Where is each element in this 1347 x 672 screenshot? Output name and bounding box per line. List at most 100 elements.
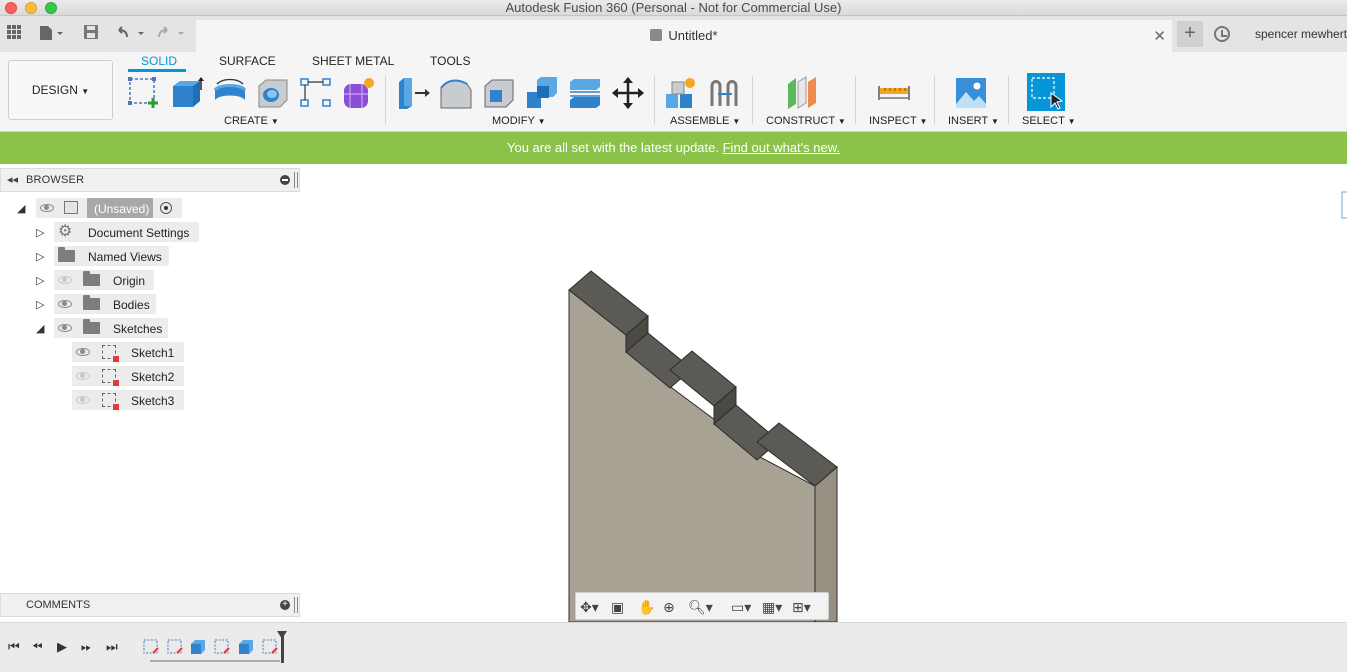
design-viewport[interactable] — [300, 164, 1347, 622]
select-tool-icon[interactable] — [1027, 73, 1065, 111]
timeline-extrude-icon[interactable] — [238, 639, 254, 655]
tree-item-named-views[interactable]: ▷ Named Views — [0, 246, 300, 266]
tree-item-sketches[interactable]: ◢ Sketches — [0, 318, 300, 338]
new-tab-button[interactable]: + — [1177, 21, 1203, 47]
tree-item-label: Origin — [113, 274, 146, 288]
step-forward-icon[interactable]: ⏩︎ — [81, 639, 91, 655]
timeline-marker[interactable] — [277, 631, 287, 663]
hole-icon[interactable] — [256, 76, 290, 110]
timeline-sketch-icon[interactable] — [214, 639, 230, 655]
display-settings-icon[interactable]: ▭▾ — [731, 598, 751, 616]
collapse-icon[interactable]: ◢ — [36, 322, 44, 335]
tree-item-sketch1[interactable]: Sketch1 — [0, 342, 300, 362]
file-menu-icon[interactable] — [37, 25, 67, 43]
fit-icon[interactable]: 🔍︎▾ — [688, 598, 713, 616]
activate-component-icon[interactable] — [160, 202, 172, 214]
pan-icon[interactable]: ✋ — [638, 598, 655, 616]
play-icon[interactable]: ▶ — [57, 639, 67, 655]
close-tab-icon[interactable]: ✕ — [1153, 27, 1166, 45]
tree-item-sketch3[interactable]: Sketch3 — [0, 390, 300, 410]
construct-menu[interactable]: CONSTRUCT ▼ — [766, 115, 846, 127]
tree-item-origin[interactable]: ▷ Origin — [0, 270, 300, 290]
press-pull-icon[interactable] — [397, 76, 431, 110]
expand-icon[interactable]: ▷ — [36, 274, 44, 287]
workspace-switcher[interactable]: DESIGN ▼ — [8, 60, 113, 120]
go-to-start-icon[interactable]: ⏮ — [8, 639, 20, 655]
tab-solid[interactable]: SOLID — [141, 54, 177, 68]
zoom-icon[interactable]: ⊕ — [663, 598, 675, 616]
inspect-menu[interactable]: INSPECT ▼ — [869, 115, 927, 127]
orbit-icon[interactable]: ✥▾ — [580, 598, 599, 616]
visibility-icon[interactable] — [58, 276, 72, 284]
select-menu[interactable]: SELECT ▼ — [1022, 115, 1076, 127]
joint-icon[interactable] — [708, 76, 742, 110]
window-title: Autodesk Fusion 360 (Personal - Not for … — [505, 0, 842, 15]
undo-icon[interactable] — [115, 25, 147, 43]
expand-root-icon[interactable]: ◢ — [17, 202, 25, 215]
visibility-icon[interactable] — [58, 300, 72, 308]
fillet-icon[interactable] — [439, 76, 473, 110]
insert-image-icon[interactable] — [954, 76, 988, 110]
revolve-icon[interactable] — [213, 76, 247, 110]
create-sketch-icon[interactable] — [127, 76, 161, 110]
grid-menu-icon[interactable] — [6, 25, 22, 43]
pin-panel-icon[interactable] — [294, 172, 298, 188]
sketch-icon — [102, 393, 119, 410]
viewcube-icon[interactable] — [1341, 191, 1347, 219]
visibility-icon[interactable] — [40, 204, 54, 212]
whats-new-link[interactable]: Find out what's new. — [723, 140, 840, 155]
part-model[interactable] — [300, 164, 1347, 622]
tree-item-sketch2[interactable]: Sketch2 — [0, 366, 300, 386]
visibility-icon[interactable] — [76, 348, 90, 356]
save-icon[interactable] — [83, 25, 99, 43]
grid-settings-icon[interactable]: ▦▾ — [762, 598, 782, 616]
measure-icon[interactable] — [877, 76, 911, 110]
extrude-icon[interactable] — [170, 76, 204, 110]
window-titlebar: Autodesk Fusion 360 (Personal - Not for … — [0, 0, 1347, 16]
combine-icon[interactable] — [525, 76, 559, 110]
step-back-icon[interactable]: ⏪︎ — [32, 639, 42, 655]
modify-menu[interactable]: MODIFY ▼ — [492, 115, 546, 127]
create-menu[interactable]: CREATE ▼ — [224, 115, 279, 127]
tab-tools[interactable]: TOOLS — [430, 54, 470, 68]
visibility-icon[interactable] — [76, 372, 90, 380]
viewports-icon[interactable]: ⊞▾ — [792, 598, 811, 616]
insert-menu[interactable]: INSERT ▼ — [948, 115, 999, 127]
document-tab[interactable]: Untitled* ✕ — [196, 20, 1172, 52]
tree-item-label: Document Settings — [88, 226, 190, 240]
offset-plane-icon[interactable] — [786, 76, 820, 110]
look-at-icon[interactable]: ▣ — [611, 598, 624, 616]
tree-item-document-settings[interactable]: ▷ ⚙ Document Settings — [0, 222, 300, 242]
expand-icon[interactable]: ▷ — [36, 250, 44, 263]
root-component-label: (Unsaved) — [94, 202, 150, 216]
expand-icon[interactable]: ▷ — [36, 298, 44, 311]
timeline-extrude-icon[interactable] — [190, 639, 206, 655]
timeline-sketch-icon[interactable] — [167, 639, 183, 655]
tab-surface[interactable]: SURFACE — [219, 54, 276, 68]
split-body-icon[interactable] — [568, 76, 602, 110]
visibility-icon[interactable] — [76, 396, 90, 404]
user-account[interactable]: spencer mewherter — [1255, 27, 1347, 41]
job-status-icon[interactable] — [1214, 26, 1230, 42]
redo-icon[interactable] — [157, 25, 189, 43]
toolbar-separator — [385, 76, 386, 124]
tree-root[interactable]: ◢ (Unsaved) — [0, 198, 300, 218]
comments-panel-header[interactable]: COMMENTS + — [0, 593, 300, 617]
timeline-sketch-icon[interactable] — [262, 639, 278, 655]
tab-sheet-metal[interactable]: SHEET METAL — [312, 54, 394, 68]
tree-item-bodies[interactable]: ▷ Bodies — [0, 294, 300, 314]
pin-panel-icon[interactable] — [294, 597, 298, 613]
go-to-end-icon[interactable]: ⏭ — [106, 639, 118, 655]
create-form-icon[interactable] — [342, 76, 376, 110]
timeline-sketch-icon[interactable] — [143, 639, 159, 655]
minimize-panel-icon[interactable] — [280, 175, 290, 185]
pattern-icon[interactable] — [299, 76, 333, 110]
expand-icon[interactable]: ▷ — [36, 226, 44, 239]
visibility-icon[interactable] — [58, 324, 72, 332]
move-icon[interactable] — [611, 76, 645, 110]
assemble-menu[interactable]: ASSEMBLE ▼ — [670, 115, 740, 127]
add-comment-icon[interactable]: + — [280, 600, 290, 610]
shell-icon[interactable] — [482, 76, 516, 110]
collapse-panel-icon[interactable]: ◂◂ — [7, 173, 18, 186]
new-component-icon[interactable] — [664, 76, 698, 110]
